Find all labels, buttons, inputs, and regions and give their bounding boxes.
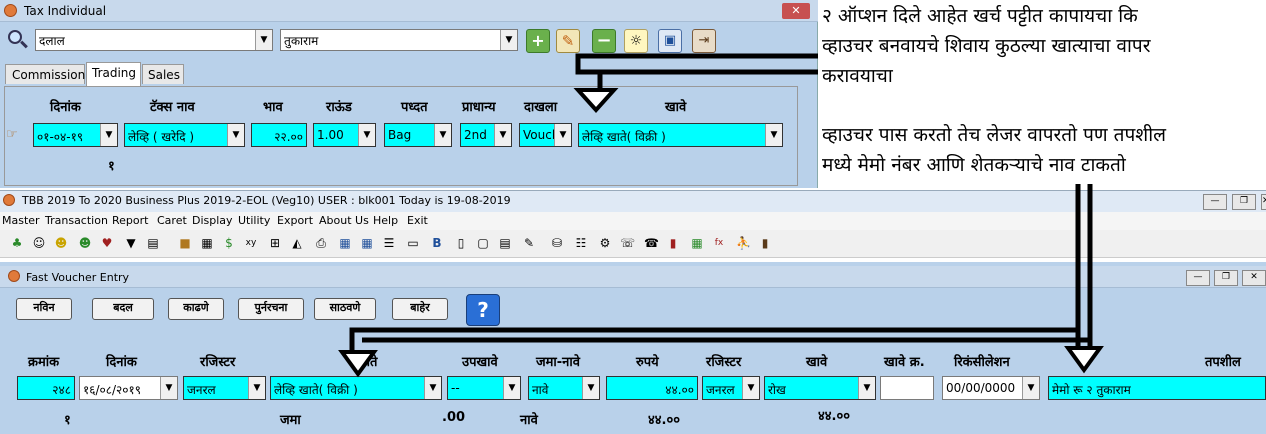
top-arrow-head: [573, 88, 619, 113]
bottom-arrow-head-details: [1064, 346, 1104, 374]
annotation-arrows: [338, 53, 1104, 378]
bottom-arrow-head-account: [338, 350, 378, 378]
connector-vertical: [349, 184, 1081, 350]
connector-vertical-2: [362, 184, 1093, 343]
